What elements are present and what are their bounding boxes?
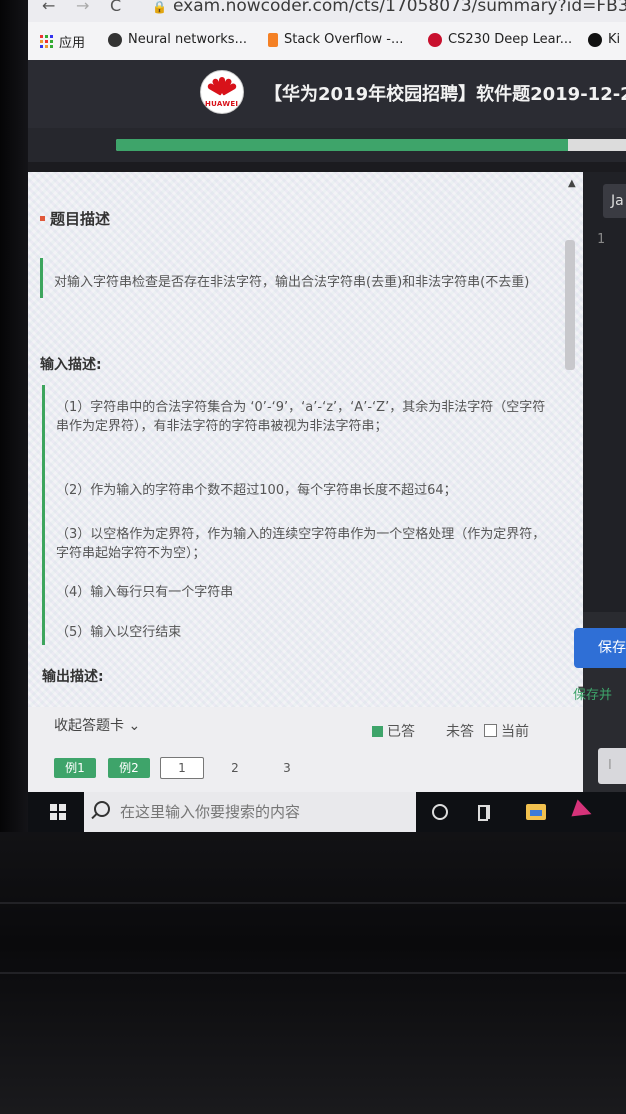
- windows-start-icon[interactable]: [50, 804, 66, 820]
- question-2-button[interactable]: 2: [214, 758, 256, 778]
- bookmark-stack-overflow[interactable]: Stack Overflow -...: [268, 32, 403, 47]
- answer-card-bar: 收起答题卡 ⌄ 已答 未答 当前 例1 例2 1 2 3: [28, 707, 583, 797]
- input-item: （4）输入每行只有一个字符串: [56, 585, 234, 600]
- bookmark-neural-networks[interactable]: Neural networks...: [108, 32, 247, 47]
- reload-icon[interactable]: C: [110, 0, 121, 15]
- language-tab[interactable]: Ja: [603, 184, 626, 218]
- logo-text: HUAWEI: [205, 100, 239, 108]
- cs230-icon: [428, 32, 442, 47]
- question-3-button[interactable]: 3: [266, 758, 308, 778]
- lock-icon: 🔒: [152, 0, 167, 14]
- bookmark-cs230[interactable]: CS230 Deep Lear...: [428, 32, 572, 47]
- input-quote-bar: [42, 385, 45, 645]
- apps-grid-icon: [40, 35, 53, 48]
- chevron-down-icon: ⌄: [128, 718, 141, 734]
- line-number: 1: [597, 232, 605, 247]
- example-2-button[interactable]: 例2: [108, 758, 150, 778]
- question-panel: ▲ ▼ 题目描述 对输入字符串检查是否存在非法字符，输出合法字符串(去重)和非法…: [28, 172, 586, 707]
- description-title: 题目描述: [50, 210, 111, 228]
- answered-swatch-icon: [372, 726, 383, 737]
- collapse-label: 收起答题卡: [54, 718, 124, 734]
- panel-scrollbar[interactable]: [565, 240, 575, 370]
- exam-progress-fill: [116, 139, 569, 151]
- question-1-button[interactable]: 1: [160, 757, 204, 779]
- screen: ← → C 🔒 exam.nowcoder.com/cts/17058073/s…: [28, 0, 626, 832]
- globe-icon: [108, 32, 122, 47]
- legend-current-label: 当前: [501, 724, 529, 740]
- bookmark-github[interactable]: Ki: [588, 32, 620, 47]
- file-explorer-icon[interactable]: [526, 792, 550, 832]
- taskbar-search[interactable]: [84, 792, 416, 832]
- exam-progress-bar: [116, 139, 626, 151]
- legend-current: 当前: [484, 721, 529, 741]
- current-swatch-icon: [484, 724, 497, 737]
- app-arrow-icon[interactable]: [571, 792, 598, 832]
- windows-taskbar: [28, 792, 626, 832]
- legend-unanswered-label: 未答: [446, 724, 474, 740]
- code-editor[interactable]: Ja 1: [583, 172, 626, 612]
- github-icon: [588, 32, 602, 47]
- monitor-bezel-bottom: [0, 832, 626, 1114]
- bookmark-label: CS230 Deep Lear...: [448, 32, 573, 47]
- output-description-title: 输出描述:: [42, 669, 104, 685]
- back-icon[interactable]: ←: [42, 0, 55, 15]
- description-text: 对输入字符串检查是否存在非法字符，输出合法字符串(去重)和非法字符串(不去重): [54, 275, 530, 290]
- bookmark-label: Ki: [608, 32, 621, 47]
- cortana-icon[interactable]: [432, 792, 450, 832]
- legend-answered: 已答: [372, 721, 415, 741]
- exam-title: 【华为2019年校园招聘】软件题2019-12-21: [264, 84, 626, 105]
- task-view-icon[interactable]: [478, 792, 498, 832]
- pause-button[interactable]: I: [598, 748, 626, 784]
- forward-icon[interactable]: →: [76, 0, 89, 15]
- save-button[interactable]: 保存: [574, 628, 626, 668]
- bookmark-label: 应用: [59, 36, 86, 51]
- input-item: （5）输入以空行结束: [56, 625, 182, 640]
- huawei-logo: HUAWEI: [200, 70, 244, 114]
- legend-unanswered: 未答: [446, 721, 474, 741]
- input-description-title: 输入描述:: [40, 357, 102, 373]
- input-item: （2）作为输入的字符串个数不超过100，每个字符串长度不超过64；: [56, 483, 457, 498]
- description-quote-bar: [40, 258, 43, 298]
- address-bar[interactable]: ← → C 🔒 exam.nowcoder.com/cts/17058073/s…: [28, 0, 626, 22]
- stackoverflow-icon: [268, 32, 278, 47]
- scroll-up-icon[interactable]: ▲: [568, 178, 576, 189]
- url-text[interactable]: exam.nowcoder.com/cts/17058073/summary?i…: [173, 0, 626, 16]
- bookmark-label: Neural networks...: [128, 32, 247, 47]
- legend-answered-label: 已答: [387, 724, 415, 740]
- bookmarks-bar: 应用 Neural networks... Stack Overflow -..…: [28, 22, 626, 60]
- input-item: （1）字符串中的合法字符集合为 ‘0’-‘9’，‘a’-‘z’，‘A’-‘Z’，…: [56, 400, 546, 434]
- exam-header: HUAWEI 【华为2019年校园招聘】软件题2019-12-21: [28, 60, 626, 128]
- section-marker: [40, 216, 45, 221]
- save-and-submit-button[interactable]: 保存并: [573, 684, 612, 703]
- bookmark-apps[interactable]: 应用: [40, 32, 85, 51]
- taskbar-search-input[interactable]: [120, 792, 410, 832]
- input-item: （3）以空格作为定界符，作为输入的连续空字符串作为一个空格处理（作为定界符，字符…: [56, 527, 546, 561]
- example-1-button[interactable]: 例1: [54, 758, 96, 778]
- collapse-answer-card-button[interactable]: 收起答题卡 ⌄: [54, 715, 140, 735]
- bookmark-label: Stack Overflow -...: [284, 32, 404, 47]
